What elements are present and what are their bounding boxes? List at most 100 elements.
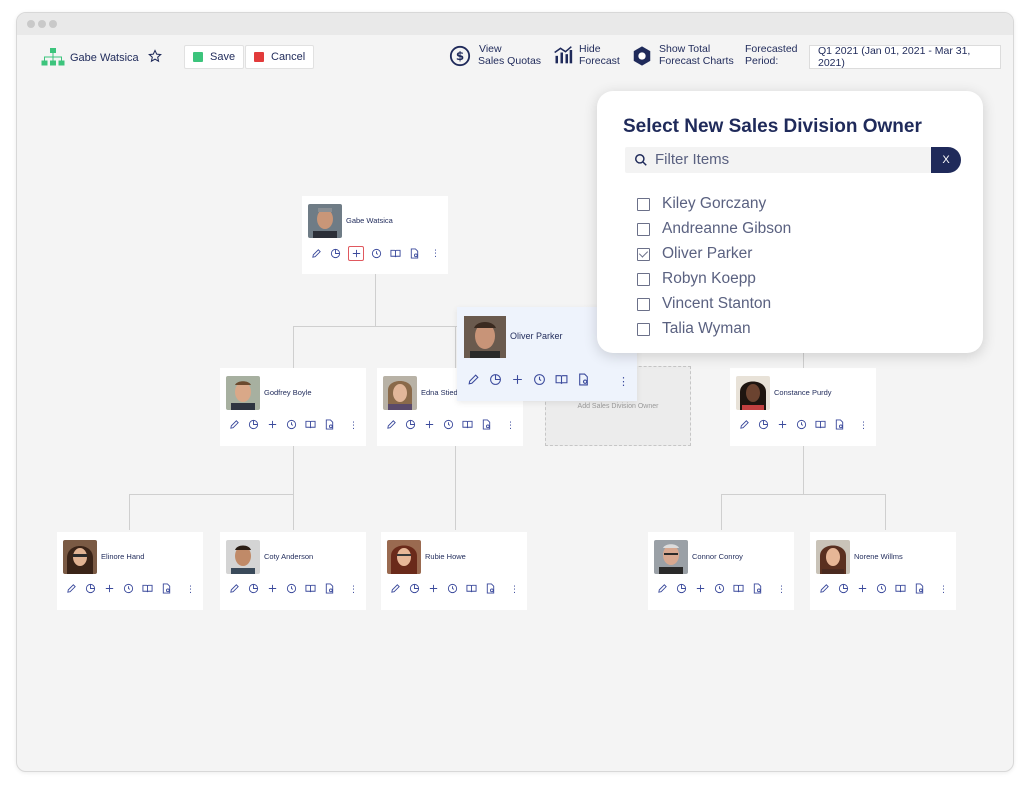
- plus-icon[interactable]: [427, 582, 440, 595]
- checkbox-checked[interactable]: [637, 247, 650, 261]
- pencil-icon[interactable]: [738, 418, 751, 431]
- more-menu-icon[interactable]: ⋮: [349, 420, 358, 431]
- plus-icon[interactable]: [348, 246, 364, 261]
- plus-icon[interactable]: [856, 582, 869, 595]
- hexagon-chart-icon[interactable]: [631, 45, 653, 70]
- pie-chart-icon[interactable]: [84, 582, 97, 595]
- book-icon[interactable]: [732, 582, 745, 595]
- book-icon[interactable]: [389, 247, 402, 260]
- org-card[interactable]: Constance Purdy ⋮: [730, 368, 876, 446]
- view-sales-quotas-button[interactable]: View Sales Quotas: [478, 43, 541, 67]
- org-card[interactable]: Coty Anderson ⋮: [220, 532, 366, 610]
- pencil-icon[interactable]: [228, 582, 241, 595]
- report-icon[interactable]: [323, 418, 336, 431]
- clock-icon[interactable]: [285, 582, 298, 595]
- pie-chart-icon[interactable]: [489, 373, 502, 386]
- pie-chart-icon[interactable]: [247, 418, 260, 431]
- org-card-root[interactable]: Gabe Watsica ⋮: [302, 196, 448, 274]
- plus-icon[interactable]: [511, 373, 524, 386]
- checkbox[interactable]: [637, 272, 650, 286]
- report-icon[interactable]: [480, 418, 493, 431]
- more-menu-icon[interactable]: ⋮: [859, 420, 868, 431]
- dollar-icon[interactable]: $: [449, 45, 471, 70]
- plus-icon[interactable]: [694, 582, 707, 595]
- report-icon[interactable]: [577, 373, 590, 386]
- pencil-icon[interactable]: [310, 247, 323, 260]
- book-icon[interactable]: [555, 373, 568, 386]
- more-menu-icon[interactable]: ⋮: [349, 584, 358, 595]
- report-icon[interactable]: [751, 582, 764, 595]
- more-menu-icon[interactable]: ⋮: [618, 375, 629, 388]
- checkbox[interactable]: [637, 297, 650, 311]
- checkbox[interactable]: [637, 197, 650, 211]
- pie-chart-icon[interactable]: [837, 582, 850, 595]
- book-icon[interactable]: [461, 418, 474, 431]
- pencil-icon[interactable]: [65, 582, 78, 595]
- clock-icon[interactable]: [442, 418, 455, 431]
- org-card[interactable]: Norene Willms ⋮: [810, 532, 956, 610]
- plus-icon[interactable]: [266, 418, 279, 431]
- hide-forecast-button[interactable]: Hide Forecast: [579, 43, 620, 67]
- book-icon[interactable]: [894, 582, 907, 595]
- clock-icon[interactable]: [713, 582, 726, 595]
- pencil-icon[interactable]: [389, 582, 402, 595]
- org-card[interactable]: Elinore Hand ⋮: [57, 532, 203, 610]
- book-icon[interactable]: [304, 582, 317, 595]
- clock-icon[interactable]: [285, 418, 298, 431]
- owner-option[interactable]: Andreanne Gibson: [637, 219, 791, 239]
- owner-option[interactable]: Oliver Parker: [637, 244, 752, 264]
- report-icon[interactable]: [833, 418, 846, 431]
- clock-icon[interactable]: [370, 247, 383, 260]
- pie-chart-icon[interactable]: [404, 418, 417, 431]
- report-icon[interactable]: [484, 582, 497, 595]
- more-menu-icon[interactable]: ⋮: [777, 584, 786, 595]
- pie-chart-icon[interactable]: [329, 247, 342, 260]
- star-icon[interactable]: [148, 49, 162, 66]
- org-card[interactable]: Rubie Howe ⋮: [381, 532, 527, 610]
- pencil-icon[interactable]: [228, 418, 241, 431]
- plus-icon[interactable]: [266, 582, 279, 595]
- clock-icon[interactable]: [446, 582, 459, 595]
- org-card[interactable]: Godfrey Boyle ⋮: [220, 368, 366, 446]
- plus-icon[interactable]: [103, 582, 116, 595]
- more-menu-icon[interactable]: ⋮: [186, 584, 195, 595]
- checkbox[interactable]: [637, 322, 650, 336]
- checkbox[interactable]: [637, 222, 650, 236]
- clear-filter-button[interactable]: X: [931, 147, 961, 173]
- clock-icon[interactable]: [533, 373, 546, 386]
- clock-icon[interactable]: [875, 582, 888, 595]
- pie-chart-icon[interactable]: [247, 582, 260, 595]
- report-icon[interactable]: [913, 582, 926, 595]
- report-icon[interactable]: [408, 247, 421, 260]
- owner-option[interactable]: Talia Wyman: [637, 319, 751, 339]
- report-icon[interactable]: [323, 582, 336, 595]
- clock-icon[interactable]: [122, 582, 135, 595]
- save-button[interactable]: Save: [184, 45, 245, 69]
- plus-icon[interactable]: [423, 418, 436, 431]
- report-icon[interactable]: [160, 582, 173, 595]
- forecasted-period-select[interactable]: Q1 2021 (Jan 01, 2021 - Mar 31, 2021): [809, 45, 1001, 69]
- owner-option[interactable]: Kiley Gorczany: [637, 194, 766, 214]
- pie-chart-icon[interactable]: [408, 582, 421, 595]
- owner-option[interactable]: Robyn Koepp: [637, 269, 756, 289]
- more-menu-icon[interactable]: ⋮: [506, 420, 515, 431]
- more-menu-icon[interactable]: ⋮: [510, 584, 519, 595]
- more-menu-icon[interactable]: ⋮: [939, 584, 948, 595]
- book-icon[interactable]: [465, 582, 478, 595]
- book-icon[interactable]: [141, 582, 154, 595]
- pencil-icon[interactable]: [818, 582, 831, 595]
- cancel-button[interactable]: Cancel: [245, 45, 315, 69]
- plus-icon[interactable]: [776, 418, 789, 431]
- show-forecast-charts-button[interactable]: Show Total Forecast Charts: [659, 43, 734, 67]
- pencil-icon[interactable]: [656, 582, 669, 595]
- filter-input[interactable]: Filter Items: [625, 147, 931, 173]
- pie-chart-icon[interactable]: [675, 582, 688, 595]
- bar-chart-icon[interactable]: [553, 45, 573, 68]
- pie-chart-icon[interactable]: [757, 418, 770, 431]
- pencil-icon[interactable]: [467, 373, 480, 386]
- owner-option[interactable]: Vincent Stanton: [637, 294, 771, 314]
- book-icon[interactable]: [814, 418, 827, 431]
- org-card[interactable]: Connor Conroy ⋮: [648, 532, 794, 610]
- book-icon[interactable]: [304, 418, 317, 431]
- pencil-icon[interactable]: [385, 418, 398, 431]
